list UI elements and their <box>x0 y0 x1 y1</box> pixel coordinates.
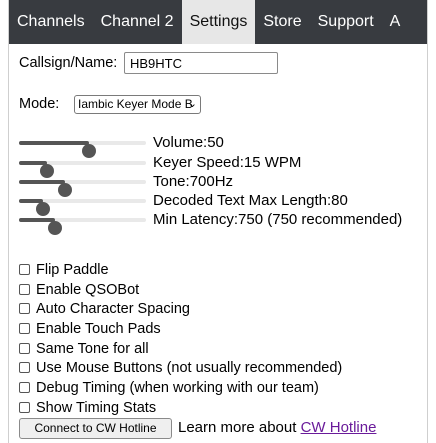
use-mouse-buttons-checkbox[interactable] <box>19 362 30 373</box>
mode-select[interactable]: Iambic Keyer Mode B ⌄ <box>74 95 201 114</box>
enable-qsobot-label: Enable QSOBot <box>36 282 140 298</box>
decoded-text-slider-row: Decoded Text Max Length:80 <box>19 191 427 216</box>
keyer-speed-slider-row: Keyer Speed:15 WPM <box>19 153 427 178</box>
flip-paddle-checkbox[interactable] <box>19 264 30 275</box>
mode-select-value: Iambic Keyer Mode B <box>78 97 193 111</box>
same-tone-checkbox[interactable] <box>19 343 30 354</box>
enable-qsobot-checkbox[interactable] <box>19 284 30 295</box>
enable-touch-pads-option[interactable]: Enable Touch Pads <box>19 321 161 338</box>
volume-slider[interactable] <box>19 141 146 158</box>
tab-store[interactable]: Store <box>255 0 309 44</box>
same-tone-label: Same Tone for all <box>36 341 149 357</box>
enable-touch-pads-checkbox[interactable] <box>19 323 30 334</box>
same-tone-option[interactable]: Same Tone for all <box>19 341 149 358</box>
use-mouse-buttons-label: Use Mouse Buttons (not usually recommend… <box>36 360 343 376</box>
show-timing-stats-option[interactable]: Show Timing Stats <box>19 400 156 417</box>
debug-timing-label: Debug Timing (when working with our team… <box>36 380 319 396</box>
tone-label: Tone:700Hz <box>153 173 234 190</box>
auto-character-spacing-option[interactable]: Auto Character Spacing <box>19 301 190 318</box>
use-mouse-buttons-option[interactable]: Use Mouse Buttons (not usually recommend… <box>19 360 342 377</box>
debug-timing-checkbox[interactable] <box>19 382 30 393</box>
connect-cw-hotline-button[interactable]: Connect to CW Hotline <box>19 418 172 439</box>
chevron-down-icon: ⌄ <box>187 98 197 110</box>
keyer-speed-label: Keyer Speed:15 WPM <box>153 154 302 171</box>
show-timing-stats-checkbox[interactable] <box>19 402 30 413</box>
tab-settings[interactable]: Settings <box>181 0 256 44</box>
mode-label: Mode: <box>19 96 60 112</box>
cw-hotline-link[interactable]: CW Hotline <box>301 419 377 436</box>
min-latency-slider-row: Min Latency:750 (750 recommended) <box>19 210 427 235</box>
volume-slider-fill <box>19 141 89 145</box>
debug-timing-option[interactable]: Debug Timing (when working with our team… <box>19 380 319 397</box>
tone-slider-fill <box>19 180 65 184</box>
tab-bar: Channels Channel 2 Settings Store Support A <box>9 0 427 44</box>
volume-slider-row: Volume:50 <box>19 133 427 158</box>
settings-panel: Channels Channel 2 Settings Store Support A C… <box>8 0 428 443</box>
tab-channel-2[interactable]: Channel 2 <box>93 0 182 44</box>
tab-overflow[interactable]: A <box>382 0 409 44</box>
show-timing-stats-label: Show Timing Stats <box>36 400 157 416</box>
tone-slider-row: Tone:700Hz <box>19 172 427 197</box>
volume-label: Volume:50 <box>153 134 224 151</box>
learn-more-label: Learn more about <box>178 419 301 436</box>
keyer-speed-slider[interactable] <box>19 161 146 178</box>
min-latency-label: Min Latency:750 (750 recommended) <box>153 211 403 228</box>
callsign-input[interactable] <box>124 52 278 74</box>
enable-touch-pads-label: Enable Touch Pads <box>36 321 161 337</box>
min-latency-slider-fill <box>19 218 55 222</box>
min-latency-slider[interactable] <box>19 218 146 235</box>
auto-character-spacing-label: Auto Character Spacing <box>36 301 190 317</box>
tab-support[interactable]: Support <box>310 0 382 44</box>
decoded-text-max-length-label: Decoded Text Max Length:80 <box>153 192 348 209</box>
enable-qsobot-option[interactable]: Enable QSOBot <box>19 282 139 299</box>
flip-paddle-label: Flip Paddle <box>36 262 109 278</box>
tone-slider[interactable] <box>19 180 146 197</box>
decoded-text-max-length-slider[interactable] <box>19 199 146 216</box>
callsign-label: Callsign/Name: <box>19 55 118 71</box>
flip-paddle-option[interactable]: Flip Paddle <box>19 262 109 279</box>
auto-character-spacing-checkbox[interactable] <box>19 303 30 314</box>
learn-more-text: Learn more about CW Hotline <box>178 419 376 436</box>
tab-channels[interactable]: Channels <box>9 0 93 44</box>
min-latency-slider-thumb[interactable] <box>47 221 62 235</box>
